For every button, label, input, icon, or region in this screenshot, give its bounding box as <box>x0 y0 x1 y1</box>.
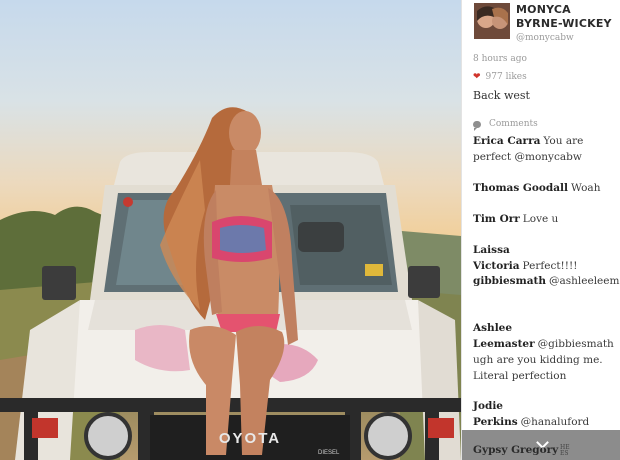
comment-author[interactable]: Laissa Victoria <box>473 244 520 272</box>
comment-author[interactable]: Tim Orr <box>473 213 520 225</box>
comment-item: Tim Orr Love u <box>473 211 615 227</box>
comment-item: Thomas Goodall Woah <box>473 180 615 196</box>
post-caption: Back west <box>473 89 530 102</box>
comment-text: Love u <box>522 213 559 225</box>
likes-count[interactable]: 977 likes <box>486 72 527 82</box>
comment-author[interactable]: Erica Carra <box>473 135 540 147</box>
comments-header: Comments <box>473 119 538 131</box>
user-handle[interactable]: @monycabw <box>516 33 574 43</box>
avatar-image <box>474 3 510 39</box>
user-name[interactable]: MONYCA BYRNE-WICKEY <box>516 3 616 31</box>
grille-logo-text: OYOTA <box>219 430 281 447</box>
post-sidebar: MONYCA BYRNE-WICKEY @monycabw 8 hours ag… <box>461 0 620 460</box>
diesel-badge-text: DIESEL <box>318 450 340 456</box>
heart-icon[interactable]: ❤ <box>473 72 481 82</box>
comment-text: @hanaluford <box>520 416 590 428</box>
comment-author[interactable]: Jodie Perkins <box>473 400 518 428</box>
comment-item: Laissa Victoria Perfect!!!! <box>473 242 615 274</box>
comment-item: gibbiesmath@ashleeleemaster <box>473 273 620 289</box>
comment-text: Woah <box>571 182 601 194</box>
comment-author[interactable]: Ashlee Leemaster <box>473 322 535 350</box>
comment-item: Erica Carra You are perfect @monycabw <box>473 133 615 165</box>
post-photo[interactable]: OYOTA DIESEL <box>0 0 461 460</box>
comment-text: HE ES <box>560 444 570 457</box>
avatar[interactable] <box>474 3 510 39</box>
comment-author[interactable]: Gypsy Gregory <box>473 444 558 456</box>
photo-scene: OYOTA DIESEL <box>0 107 461 460</box>
post-timestamp: 8 hours ago <box>473 54 527 64</box>
comment-text: Perfect!!!! <box>522 260 578 272</box>
likes-row: ❤ 977 likes <box>473 72 527 82</box>
comment-item: Ashlee Leemaster @gibbiesmath ugh are you… <box>473 320 615 384</box>
comment-text: @ashleeleemaster <box>549 275 620 287</box>
comment-author[interactable]: Thomas Goodall <box>473 182 568 194</box>
comment-item: Jodie Perkins @hanaluford <box>473 398 615 430</box>
comments-label: Comments <box>489 119 538 129</box>
comment-icon <box>473 120 481 131</box>
comment-author[interactable]: gibbiesmath <box>473 275 546 287</box>
